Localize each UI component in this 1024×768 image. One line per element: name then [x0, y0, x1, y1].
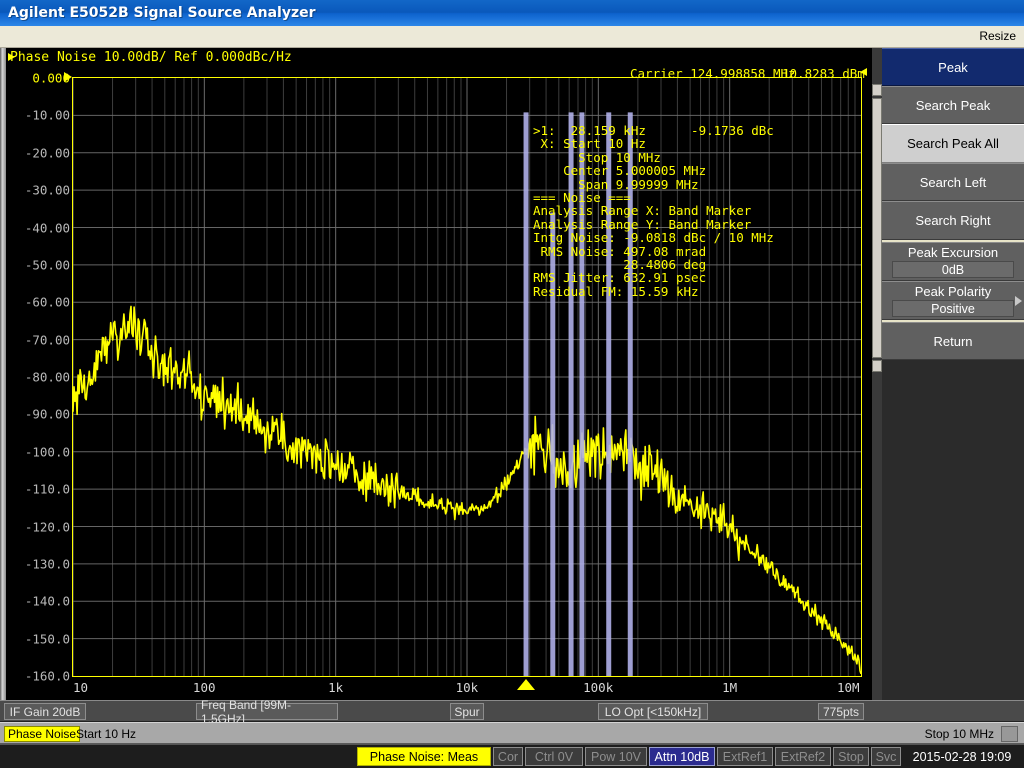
softkey-return-label: Return	[933, 333, 973, 349]
graph-area[interactable]: Phase Noise 10.00dB/ Ref 0.000dBc/Hz Car…	[0, 48, 872, 700]
system-status-cor[interactable]: Cor	[493, 747, 523, 766]
y-axis-tick-label: -160.0	[24, 668, 70, 684]
x-axis-tick-label: 10k	[455, 680, 479, 695]
y-axis-tick-label: -10.00	[24, 107, 70, 123]
system-status-extref2[interactable]: ExtRef2	[775, 747, 831, 766]
y-axis-tick-label: -120.0	[24, 519, 70, 534]
peak-polarity-value[interactable]: Positive	[892, 300, 1014, 317]
window-title: Agilent E5052B Signal Source Analyzer	[8, 5, 316, 21]
plot-canvas[interactable]: >1: 28.159 kHz -9.1736 dBc X: Start 10 H…	[72, 77, 862, 677]
system-status-phase-noise-meas[interactable]: Phase Noise: Meas	[357, 747, 491, 766]
status-bar-sweep: Phase Noise Start 10 Hz Stop 10 MHz	[0, 722, 1024, 744]
y-axis-tick-label: -140.0	[24, 593, 70, 609]
sweep-stop-label[interactable]: Stop 10 MHz	[925, 727, 994, 741]
x-axis-tick-label: 1M	[722, 680, 738, 695]
y-axis-tick-label: -110.0	[24, 481, 70, 497]
softkey-peak-excursion[interactable]: Peak Excursion 0dB	[882, 242, 1024, 281]
y-axis-tick-label: -30.00	[24, 182, 70, 198]
marker-readout-text: >1: 28.159 kHz -9.1736 dBc X: Start 10 H…	[533, 123, 774, 299]
x-axis-tick-label: 1k	[328, 680, 344, 695]
y-axis-tick-label: -20.00	[24, 145, 70, 161]
x-axis-tick-label: 10	[73, 680, 89, 695]
x-axis-tick-label: 10M	[837, 680, 860, 695]
x-axis-tick-label: 100k	[583, 680, 614, 695]
peak-excursion-label: Peak Excursion	[907, 245, 999, 260]
scroll-up-button[interactable]	[872, 84, 882, 96]
resize-label[interactable]: Resize	[979, 29, 1016, 43]
softkey-search-right-label: Search Right	[915, 213, 991, 228]
y-axis-tick-label: -150.0	[24, 631, 70, 647]
y-axis-tick-label: -50.00	[24, 257, 70, 273]
reference-level-marker-icon	[64, 72, 72, 82]
softkey-search-peak-label: Search Peak	[915, 97, 991, 113]
softkey-search-left-label: Search Left	[919, 174, 987, 190]
y-axis-tick-label: -130.0	[24, 556, 70, 572]
softkey-panel: Peak Search Peak Search Peak All Search …	[872, 48, 1024, 700]
y-axis: 0.000 -10.00 -20.00 -30.00 -40.00 -50.00 -60.0…	[6, 48, 72, 700]
softkey-scrollbar[interactable]	[872, 48, 882, 700]
status-setting-lo-opt-150khz[interactable]: LO Opt [<150kHz]	[598, 703, 708, 720]
menu-band	[0, 26, 1024, 48]
status-setting-if-gain-20db[interactable]: IF Gain 20dB	[4, 703, 86, 720]
x-axis-tick-label: 100	[192, 680, 216, 695]
x-axis: 10 100 1k 10k 100k 1M 10M	[72, 678, 864, 700]
softkey-return[interactable]: Return	[882, 322, 1024, 360]
status-setting-775pts[interactable]: 775pts	[818, 703, 864, 720]
status-bar-system: Phase Noise: Meas Cor Ctrl 0V Pow 10V Attn 1…	[0, 744, 1024, 768]
system-status-2015-02-28-19-09: 2015-02-28 19:09	[903, 747, 1021, 766]
y-axis-tick-label: -60.00	[24, 294, 70, 310]
softkey-search-peak-all-label: Search Peak All	[907, 136, 999, 151]
system-status-extref1[interactable]: ExtRef1	[717, 747, 773, 766]
system-status-stop[interactable]: Stop	[833, 747, 869, 766]
status-setting-spur[interactable]: Spur	[450, 703, 484, 720]
carrier-marker-icon	[860, 68, 867, 76]
system-status-svc[interactable]: Svc	[871, 747, 901, 766]
peak-polarity-label: Peak Polarity	[914, 284, 992, 299]
status-bar-settings: IF Gain 20dB Freq Band [99M-1.5GHz] Spur LO…	[0, 698, 1024, 726]
sweep-stop-indicator	[1001, 726, 1018, 742]
y-axis-tick-label: -100.0	[24, 444, 70, 460]
y-axis-tick-label: -90.00	[24, 406, 70, 422]
softkey-search-right[interactable]: Search Right	[882, 201, 1024, 240]
measurement-tag[interactable]: Phase Noise	[4, 726, 81, 742]
peak-excursion-value[interactable]: 0dB	[892, 261, 1014, 278]
sweep-start-label[interactable]: Start 10 Hz	[76, 727, 136, 741]
chevron-right-icon	[1015, 295, 1022, 306]
softkey-menu-title-label: Peak	[938, 59, 968, 75]
scroll-down-button[interactable]	[872, 360, 882, 372]
softkey-menu-title: Peak	[882, 48, 1024, 86]
scroll-thumb[interactable]	[872, 98, 882, 358]
softkey-search-peak-all[interactable]: Search Peak All	[882, 124, 1024, 163]
system-status-pow-10v[interactable]: Pow 10V	[585, 747, 647, 766]
window-title-bar: Agilent E5052B Signal Source Analyzer	[0, 0, 1024, 26]
y-axis-tick-label: -40.00	[24, 220, 70, 235]
softkey-peak-polarity[interactable]: Peak Polarity Positive	[882, 281, 1024, 320]
instrument-display: Phase Noise 10.00dB/ Ref 0.000dBc/Hz Car…	[0, 48, 1024, 768]
status-setting-freq-band-99m-1-5ghz[interactable]: Freq Band [99M-1.5GHz]	[196, 698, 338, 726]
softkey-search-peak[interactable]: Search Peak	[882, 86, 1024, 124]
y-axis-tick-label: -80.00	[24, 369, 70, 385]
system-status-ctrl-0v[interactable]: Ctrl 0V	[525, 747, 583, 766]
marker-position-triangle-icon[interactable]	[517, 679, 536, 690]
system-status-attn-10db[interactable]: Attn 10dB	[649, 747, 715, 766]
y-axis-tick-label: -70.00	[24, 332, 70, 348]
softkey-search-left[interactable]: Search Left	[882, 163, 1024, 201]
